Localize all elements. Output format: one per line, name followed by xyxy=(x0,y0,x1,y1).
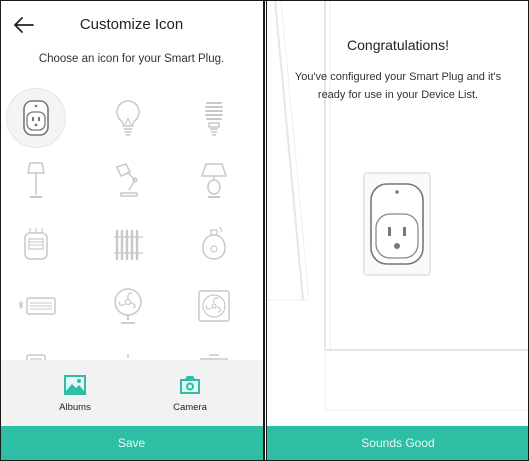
smart-plug-icon[interactable] xyxy=(6,88,66,148)
photo-source-bar: Albums Camera xyxy=(0,360,263,426)
smart-plug-illustration xyxy=(363,172,431,276)
congrats-message: You've configured your Smart Plug and it… xyxy=(294,71,502,101)
camera-icon xyxy=(180,376,200,394)
subtitle: Choose an icon for your Smart Plug. xyxy=(38,53,225,65)
air-conditioner-icon[interactable] xyxy=(6,276,66,336)
cfl-bulb-icon[interactable] xyxy=(184,88,244,148)
sounds-good-button[interactable]: Sounds Good xyxy=(267,426,529,461)
customize-icon-screen: Customize Icon Choose an icon for your S… xyxy=(0,0,265,461)
light-bulb-icon[interactable] xyxy=(98,88,158,148)
albums-label: Albums xyxy=(59,402,91,413)
desk-lamp-icon[interactable] xyxy=(98,150,158,210)
congrats-title: Congratulations! xyxy=(347,37,449,53)
congratulations-screen: Congratulations! You've configured your … xyxy=(266,0,529,461)
humidifier-icon[interactable] xyxy=(184,214,244,274)
box-fan-icon[interactable] xyxy=(184,276,244,336)
table-lamp-icon[interactable] xyxy=(184,150,244,210)
save-button[interactable]: Save xyxy=(0,426,263,461)
radiator-icon[interactable] xyxy=(98,214,158,274)
header: Customize Icon xyxy=(0,0,263,50)
desk-fan-icon[interactable] xyxy=(98,276,158,336)
outlet-icon[interactable] xyxy=(6,338,66,360)
page-title: Customize Icon xyxy=(79,16,184,33)
icon-grid xyxy=(0,88,263,360)
albums-button[interactable]: Albums xyxy=(40,374,110,413)
camera-label: Camera xyxy=(173,402,207,413)
space-heater-icon[interactable] xyxy=(6,214,66,274)
floor-lamp-icon[interactable] xyxy=(6,150,66,210)
camera-button[interactable]: Camera xyxy=(155,374,225,413)
appliance-icon[interactable] xyxy=(184,338,244,360)
kettle-icon[interactable] xyxy=(98,338,158,360)
albums-icon xyxy=(64,375,86,395)
